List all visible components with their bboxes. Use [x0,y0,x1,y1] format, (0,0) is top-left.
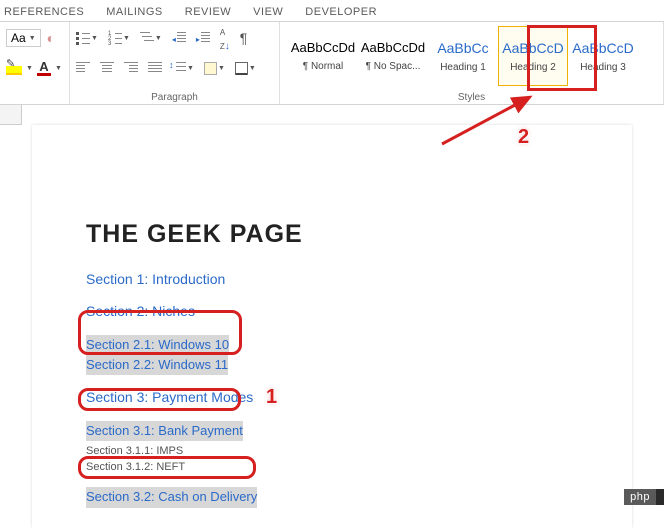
paragraph-group: ▼ 123▼ ▼ ◂ ▸ AZ↓ ¶ ↕▼ ▼ ▼ Paragraph [70,22,280,104]
heading-section-3-2[interactable]: Section 3.2: Cash on Delivery [86,487,257,507]
align-center-button[interactable] [100,62,114,74]
heading-section-2[interactable]: Section 2: Niches [86,303,632,319]
align-left-button[interactable] [76,62,90,74]
line-spacing-button[interactable]: ↕▼ [172,62,194,74]
style-no-spacing[interactable]: AaBbCcDd ¶ No Spac... [358,26,428,86]
decrease-indent-button[interactable]: ◂ [172,32,186,44]
tab-review[interactable]: REVIEW [185,6,231,18]
highlight-caret-icon[interactable]: ▼ [26,65,33,72]
increase-indent-button[interactable]: ▸ [196,32,210,44]
font-color-button[interactable]: A [37,60,51,76]
multilevel-button[interactable]: ▼ [140,32,162,44]
bullets-button[interactable]: ▼ [76,32,98,44]
heading-section-3-1-1[interactable]: Section 3.1.1: IMPS [86,445,632,457]
watermark: php [624,489,656,505]
style-heading-1[interactable]: AaBbCc Heading 1 [428,26,498,86]
styles-group: AaBbCcDd ¶ Normal AaBbCcDd ¶ No Spac... … [280,22,664,104]
clear-formatting-icon[interactable]: ◐ [47,30,55,46]
align-right-button[interactable] [124,62,138,74]
style-normal[interactable]: AaBbCcDd ¶ Normal [288,26,358,86]
font-group-fragment: Aa▼ ◐ ▼ A ▼ [0,22,70,104]
numbering-button[interactable]: 123▼ [108,32,130,44]
ribbon-tabs: REFERENCES MAILINGS REVIEW VIEW DEVELOPE… [0,0,664,22]
shading-button[interactable]: ▼ [204,62,225,75]
style-heading-2[interactable]: AaBbCcD Heading 2 [498,26,568,86]
tab-developer[interactable]: DEVELOPER [305,6,377,18]
change-case-button[interactable]: Aa▼ [6,29,41,47]
document-area: THE GEEK PAGE Section 1: Introduction Se… [0,105,664,505]
heading-section-3-1-2[interactable]: Section 3.1.2: NEFT [86,461,632,473]
tab-mailings[interactable]: MAILINGS [106,6,163,18]
font-color-caret-icon[interactable]: ▼ [55,65,62,72]
heading-section-3[interactable]: Section 3: Payment Modes [86,389,632,405]
ruler-corner [0,105,22,125]
ribbon: Aa▼ ◐ ▼ A▼ ▼ 123▼ ▼ ◂ ▸ AZ↓ ¶ ↕▼ ▼ ▼ Pa [0,22,664,105]
highlight-icon[interactable] [6,61,22,75]
annotation-number-1: 1 [266,386,277,409]
heading-section-2-2[interactable]: Section 2.2: Windows 11 [86,355,228,375]
heading-section-1[interactable]: Section 1: Introduction [86,271,632,287]
multilevel-icon [140,32,154,44]
heading-section-2-1[interactable]: Section 2.1: Windows 10 [86,335,229,355]
paragraph-group-label: Paragraph [70,92,279,103]
shading-icon [204,62,217,75]
page-title[interactable]: THE GEEK PAGE [86,220,632,249]
bullets-icon [76,32,90,44]
page[interactable]: THE GEEK PAGE Section 1: Introduction Se… [32,125,632,528]
styles-group-label: Styles [280,92,663,103]
heading-section-3-1[interactable]: Section 3.1: Bank Payment [86,421,243,441]
sort-button[interactable]: AZ↓ [220,24,230,52]
show-marks-button[interactable]: ¶ [240,30,248,46]
line-spacing-icon: ↕ [172,62,186,74]
borders-button[interactable]: ▼ [235,62,256,75]
align-justify-button[interactable] [148,62,162,74]
style-heading-3[interactable]: AaBbCcD Heading 3 [568,26,638,86]
tab-view[interactable]: VIEW [253,6,283,18]
tab-references[interactable]: REFERENCES [4,6,84,18]
annotation-number-2: 2 [518,126,529,149]
borders-icon [235,62,248,75]
styles-gallery[interactable]: AaBbCcDd ¶ Normal AaBbCcDd ¶ No Spac... … [284,26,659,86]
numbering-icon: 123 [108,32,122,44]
